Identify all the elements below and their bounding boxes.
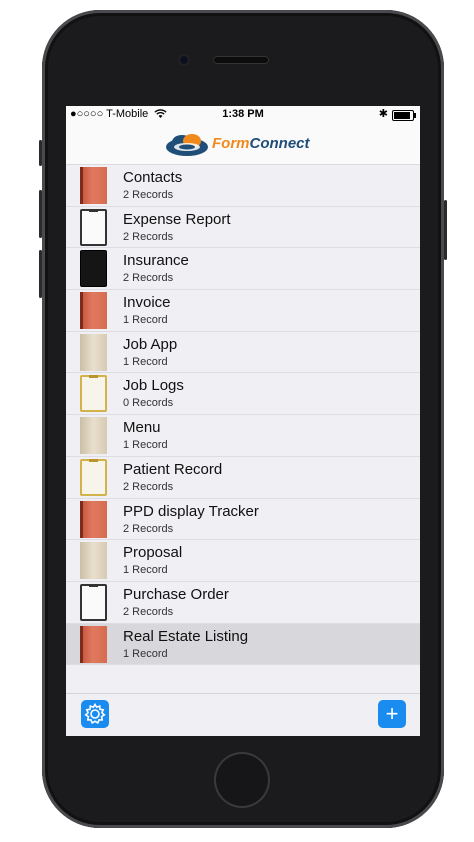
formconnect-logo: FormConnect [164, 133, 324, 157]
record-count: 2 Records [123, 230, 174, 243]
form-row[interactable]: PPD display Tracker 2 Records [66, 498, 420, 541]
form-name: Proposal [123, 544, 183, 562]
gear-icon [84, 702, 106, 725]
record-count: 2 Records [123, 522, 174, 535]
form-name: Expense Report [123, 210, 231, 228]
form-name: Menu [123, 419, 161, 437]
home-button[interactable] [214, 752, 270, 808]
record-count: 1 Record [123, 564, 168, 577]
record-count: 2 Records [123, 189, 174, 201]
clipboard-icon [80, 583, 107, 621]
record-count: 2 Records [123, 272, 174, 285]
settings-button[interactable] [81, 700, 109, 728]
bottom-toolbar: + [66, 693, 420, 736]
front-camera [178, 54, 190, 66]
app-header: FormConnect [66, 124, 420, 165]
form-row[interactable]: Patient Record 2 Records [66, 456, 420, 499]
form-name: Purchase Order [123, 585, 229, 603]
gold-clipboard-icon [80, 375, 107, 413]
form-row[interactable]: Job Logs 0 Records [66, 373, 420, 416]
form-name: Contacts [123, 169, 183, 186]
volume-up-button [39, 190, 42, 238]
record-count: 1 Record [123, 647, 168, 660]
form-row[interactable]: Real Estate Listing 1 Record [66, 623, 420, 666]
form-row[interactable]: Proposal 1 Record [66, 540, 420, 582]
form-name: Real Estate Listing [123, 627, 249, 645]
beige-folder-icon [80, 333, 107, 371]
record-count: 0 Records [123, 397, 174, 410]
form-row[interactable]: Expense Report 2 Records [66, 206, 420, 249]
form-name: PPD display Tracker [123, 502, 259, 520]
red-notebook-icon [80, 625, 107, 663]
form-name: Job Logs [123, 377, 184, 395]
earpiece-speaker [213, 56, 269, 64]
form-row[interactable]: Invoice 1 Record [66, 290, 420, 332]
record-count: 1 Record [123, 355, 168, 368]
app-screen: ●○○○○ T-Mobile 1:38 PM ✱ FormConnect Con… [66, 106, 420, 736]
form-list: Contacts 2 Records Expense Report 2 Records… [66, 165, 420, 666]
battery-icon [392, 110, 416, 121]
cloud-logo-icon [166, 134, 208, 156]
clock: 1:38 PM [222, 108, 264, 120]
clipboard-icon [80, 208, 107, 246]
form-row[interactable]: Contacts 2 Records [66, 165, 420, 207]
record-count: 2 Records [123, 605, 174, 618]
form-name: Insurance [123, 252, 189, 270]
form-name: Job App [123, 335, 178, 353]
beige-folder-icon [80, 542, 107, 580]
form-row[interactable]: Menu 1 Record [66, 415, 420, 457]
beige-folder-icon [80, 417, 107, 455]
add-button[interactable]: + [378, 700, 406, 728]
form-row[interactable]: Purchase Order 2 Records [66, 581, 420, 624]
record-count: 2 Records [123, 480, 174, 493]
logo-wordmark: FormConnect [212, 135, 310, 152]
form-name: Invoice [123, 294, 171, 312]
record-count: 1 Record [123, 439, 168, 452]
black-book-icon [80, 250, 107, 288]
red-notebook-icon [80, 500, 107, 538]
red-notebook-icon [80, 167, 107, 204]
red-notebook-icon [80, 292, 107, 330]
record-count: 1 Record [123, 314, 168, 327]
bluetooth-icon: ✱ [378, 108, 388, 120]
volume-down-button [39, 250, 42, 298]
form-row[interactable]: Job App 1 Record [66, 331, 420, 374]
power-button [444, 200, 447, 260]
plus-icon: + [385, 701, 399, 726]
gold-clipboard-icon [80, 458, 107, 496]
status-bar: ●○○○○ T-Mobile 1:38 PM ✱ [66, 106, 420, 124]
form-row[interactable]: Insurance 2 Records [66, 248, 420, 291]
mute-switch [39, 140, 42, 166]
form-name: Patient Record [123, 460, 223, 478]
